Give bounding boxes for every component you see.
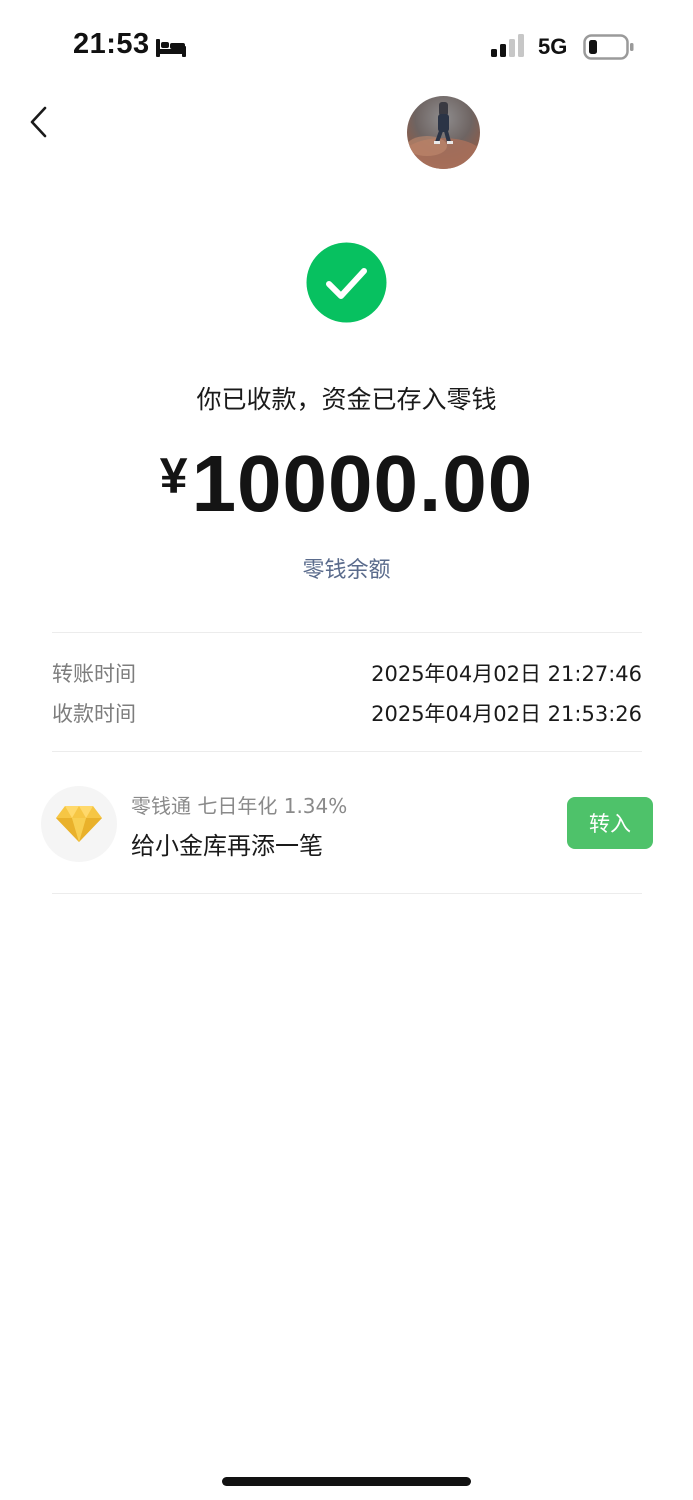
detail-label: 收款时间 — [52, 702, 136, 726]
back-button[interactable] — [14, 96, 62, 148]
chevron-left-icon — [30, 106, 47, 138]
currency-symbol: ¥ — [159, 448, 188, 504]
promo-title: 给小金库再添一笔 — [131, 832, 323, 860]
balance-link[interactable]: 零钱余额 — [0, 552, 693, 584]
detail-value: 2025年04月02日 21:27:46 — [371, 662, 642, 686]
detail-value: 2025年04月02日 21:53:26 — [371, 702, 642, 726]
promo-subtitle: 零钱通 七日年化 1.34% — [131, 794, 348, 818]
sleep-focus-icon — [156, 39, 186, 57]
status-time: 21:53 — [73, 28, 150, 60]
signal-icon — [491, 34, 524, 57]
status-bar: 21:53 5G — [0, 0, 693, 95]
divider — [52, 751, 642, 752]
diamond-icon — [56, 806, 102, 842]
amount-value: 10000.00 — [191, 439, 534, 528]
status-message: 你已收款，资金已存入零钱 — [196, 385, 497, 414]
detail-row-receive-time: 收款时间 2025年04月02日 21:53:26 — [52, 698, 642, 728]
detail-row-transfer-time: 转账时间 2025年04月02日 21:27:46 — [52, 658, 642, 688]
avatar-image — [407, 102, 480, 169]
check-circle-icon — [306, 242, 387, 323]
divider — [52, 893, 642, 894]
amount-display: ¥10000.00 — [0, 438, 693, 530]
user-avatar[interactable] — [407, 96, 480, 169]
battery-icon — [583, 34, 634, 60]
promo-icon-wrap — [41, 786, 117, 862]
network-type: 5G — [538, 34, 568, 59]
detail-label: 转账时间 — [52, 662, 136, 686]
divider — [52, 632, 642, 633]
transfer-in-button[interactable]: 转入 — [567, 797, 653, 849]
home-indicator[interactable] — [222, 1477, 471, 1486]
